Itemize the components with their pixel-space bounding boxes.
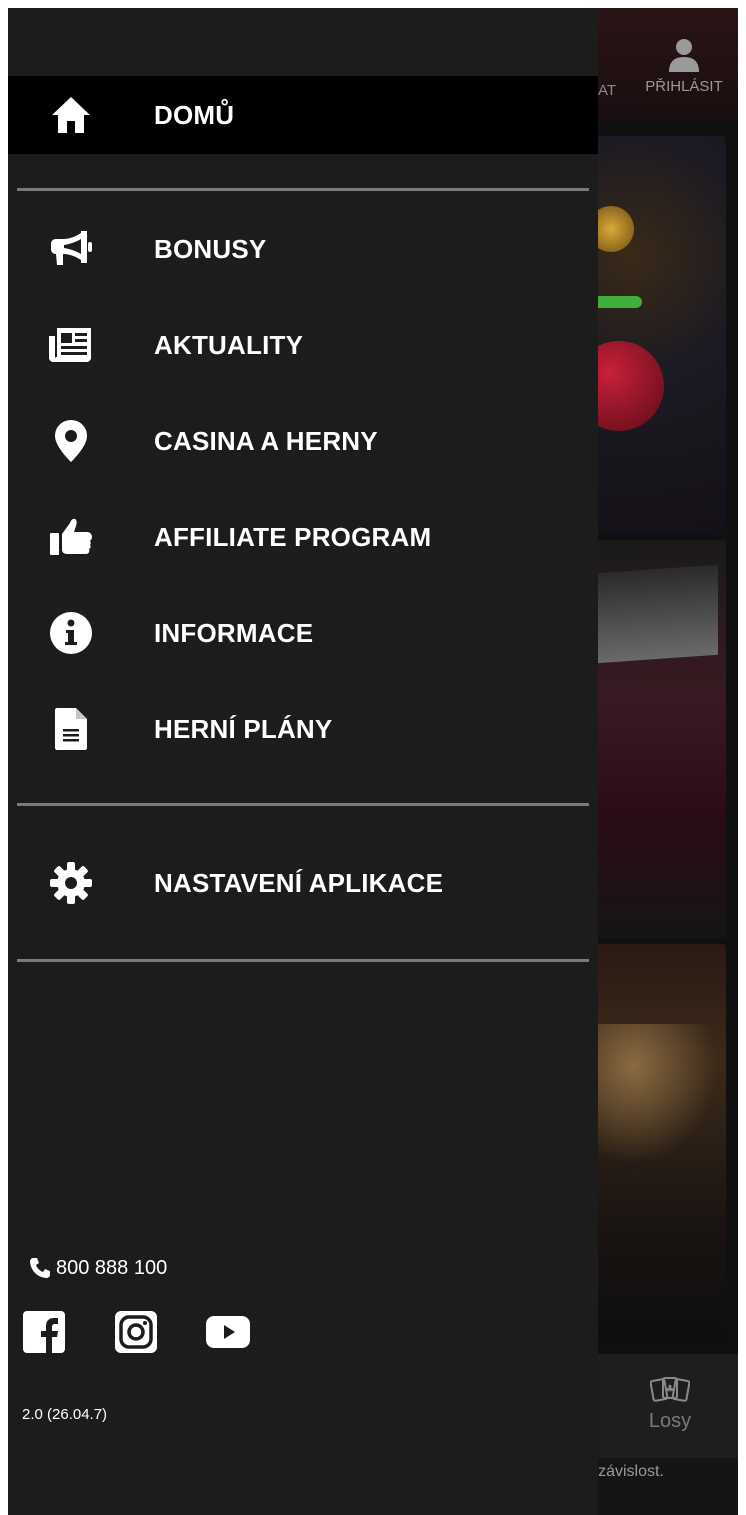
- menu-item-label: CASINA A HERNY: [154, 425, 378, 456]
- losy-label: Losy: [648, 1410, 692, 1432]
- menu-item-bonusy[interactable]: BONUSY: [8, 201, 598, 297]
- svg-text:♣: ♣: [666, 1384, 675, 1395]
- stadium-art: [578, 1024, 718, 1164]
- menu-item-herni-plany[interactable]: HERNÍ PLÁNY: [8, 681, 598, 777]
- menu-item-domu[interactable]: DOMŮ: [8, 76, 598, 154]
- menu-item-label: DOMŮ: [154, 99, 235, 130]
- menu-item-label: AFFILIATE PROGRAM: [154, 521, 432, 552]
- menu-item-label: AKTUALITY: [154, 329, 304, 360]
- menu-item-casina-a-herny[interactable]: CASINA A HERNY: [8, 393, 598, 489]
- phone-link[interactable]: 800 888 100: [28, 1256, 167, 1280]
- menu-item-label: INFORMACE: [154, 617, 314, 648]
- cards-icon: ♣: [650, 1377, 690, 1402]
- menu-item-informace[interactable]: INFORMACE: [8, 585, 598, 681]
- instagram-link[interactable]: [114, 1310, 158, 1354]
- facebook-icon: [23, 1311, 65, 1353]
- youtube-icon: [206, 1316, 250, 1348]
- background-header-text: AT: [598, 82, 617, 99]
- home-icon: [48, 92, 94, 138]
- menu-item-affiliate-program[interactable]: AFFILIATE PROGRAM: [8, 489, 598, 585]
- gear-icon: [48, 860, 94, 906]
- user-icon: [669, 39, 699, 72]
- navigation-drawer: DOMŮ BONUSY AKTUALITY CASINA A HERNY AFF…: [8, 8, 598, 1515]
- menu-item-label: NASTAVENÍ APLIKACE: [154, 867, 444, 898]
- app-screen: AT PŘIHLÁSIT ♣ Losy 18+ | Ministerstvo f…: [8, 8, 738, 1515]
- newspaper-icon: [48, 322, 94, 368]
- login-label: PŘIHLÁSIT: [645, 78, 723, 95]
- phone-icon: [30, 1258, 50, 1278]
- document-icon: [48, 706, 94, 752]
- map-pin-icon: [48, 418, 94, 464]
- bottom-nav-item-losy[interactable]: ♣ Losy: [630, 1376, 710, 1433]
- info-icon: [48, 610, 94, 656]
- drawer-top-bar: [8, 8, 598, 76]
- youtube-link[interactable]: [206, 1310, 250, 1354]
- login-button[interactable]: PŘIHLÁSIT: [644, 38, 724, 95]
- megaphone-icon: [48, 226, 94, 272]
- phone-number: 800 888 100: [56, 1256, 168, 1279]
- social-links: [22, 1310, 298, 1354]
- menu-item-nastaveni-aplikace[interactable]: NASTAVENÍ APLIKACE: [8, 835, 598, 931]
- menu-divider: [17, 959, 589, 962]
- menu-item-label: BONUSY: [154, 233, 267, 264]
- facebook-link[interactable]: [22, 1310, 66, 1354]
- app-version: 2.0 (26.04.7): [22, 1406, 108, 1423]
- menu-item-aktuality[interactable]: AKTUALITY: [8, 297, 598, 393]
- thumbs-up-icon: [48, 514, 94, 560]
- menu-item-label: HERNÍ PLÁNY: [154, 713, 333, 744]
- instagram-icon: [115, 1311, 157, 1353]
